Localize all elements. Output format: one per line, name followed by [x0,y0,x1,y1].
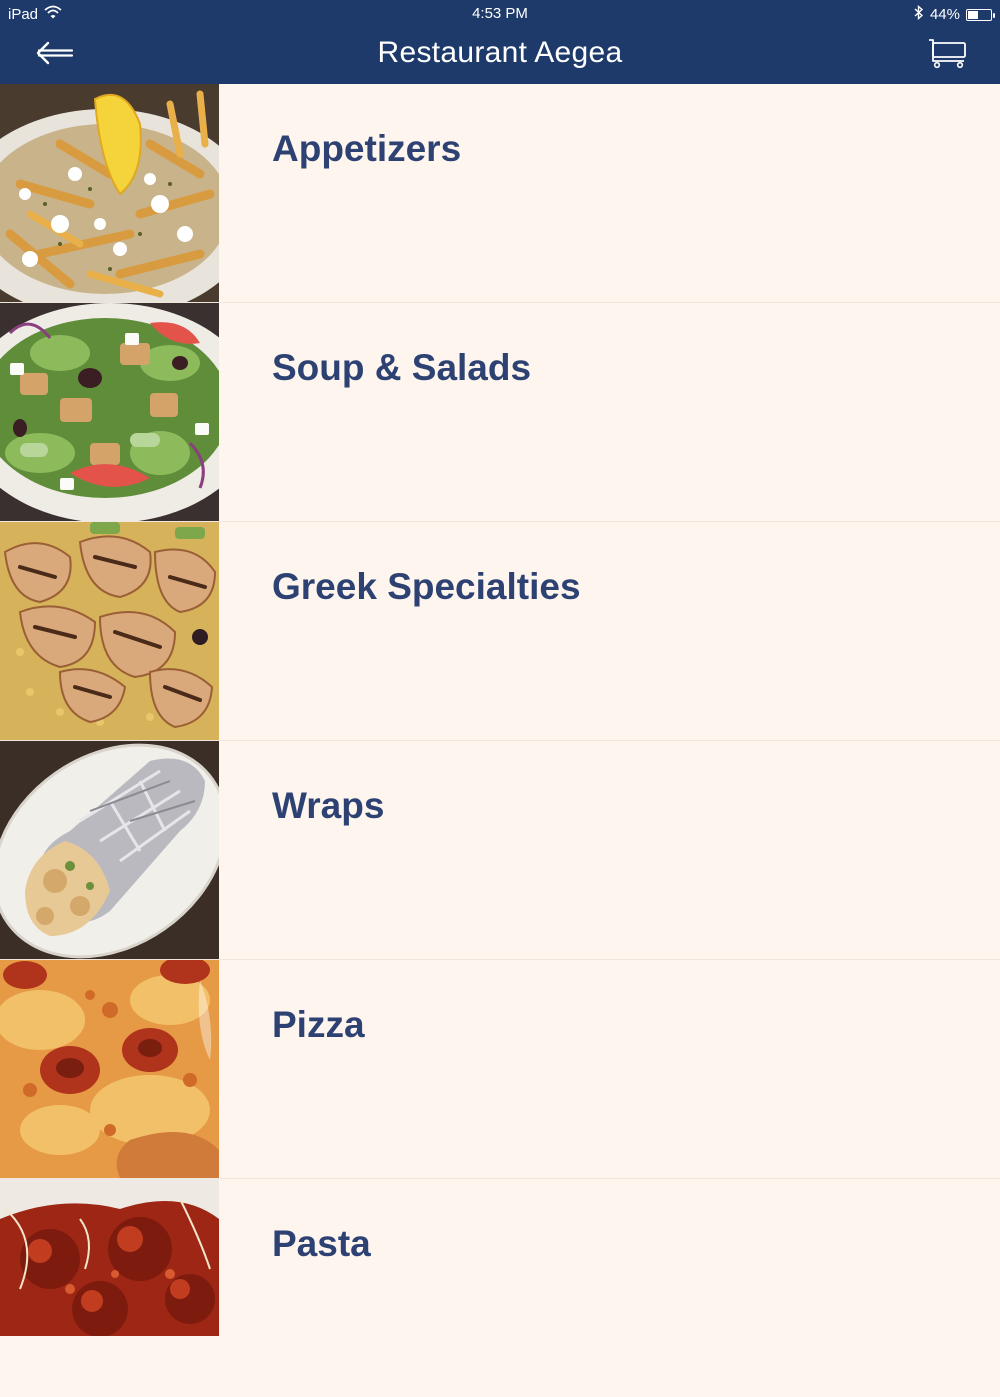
category-list: Appetizers Soup & Salads Greek Specialti… [0,84,1000,1397]
category-pasta[interactable]: Pasta [0,1179,1000,1397]
battery-icon [966,8,995,21]
status-right: 44% [914,4,995,24]
cart-button[interactable] [926,36,970,74]
category-label: Wraps [272,785,385,826]
category-greek-specialties[interactable]: Greek Specialties [0,522,1000,741]
category-wraps[interactable]: Wraps [0,741,1000,960]
category-label: Pizza [272,1004,365,1045]
top-bar: iPad 4:53 PM 44% Restaurant Aegea [0,0,1000,84]
battery-fill [968,10,978,19]
pasta-image [0,1179,219,1336]
page-title: Restaurant Aegea [377,36,623,69]
category-label: Appetizers [272,128,462,169]
status-time: 4:53 PM [472,5,528,22]
pizza-image [0,960,219,1178]
shopping-cart-icon [928,37,968,74]
category-appetizers[interactable]: Appetizers [0,84,1000,303]
battery-percent: 44% [929,6,960,23]
bluetooth-icon [914,4,924,24]
appetizers-image [0,84,219,302]
greek-specialties-image [0,522,219,740]
category-soup-salads[interactable]: Soup & Salads [0,303,1000,522]
category-pizza[interactable]: Pizza [0,960,1000,1179]
category-label: Pasta [272,1223,371,1264]
navigation-bar: Restaurant Aegea [0,26,1000,84]
wraps-image [0,741,219,959]
category-label: Greek Specialties [272,566,581,607]
soup-salads-image [0,303,219,521]
category-label: Soup & Salads [272,347,532,388]
status-bar: iPad 4:53 PM 44% [0,0,1000,26]
